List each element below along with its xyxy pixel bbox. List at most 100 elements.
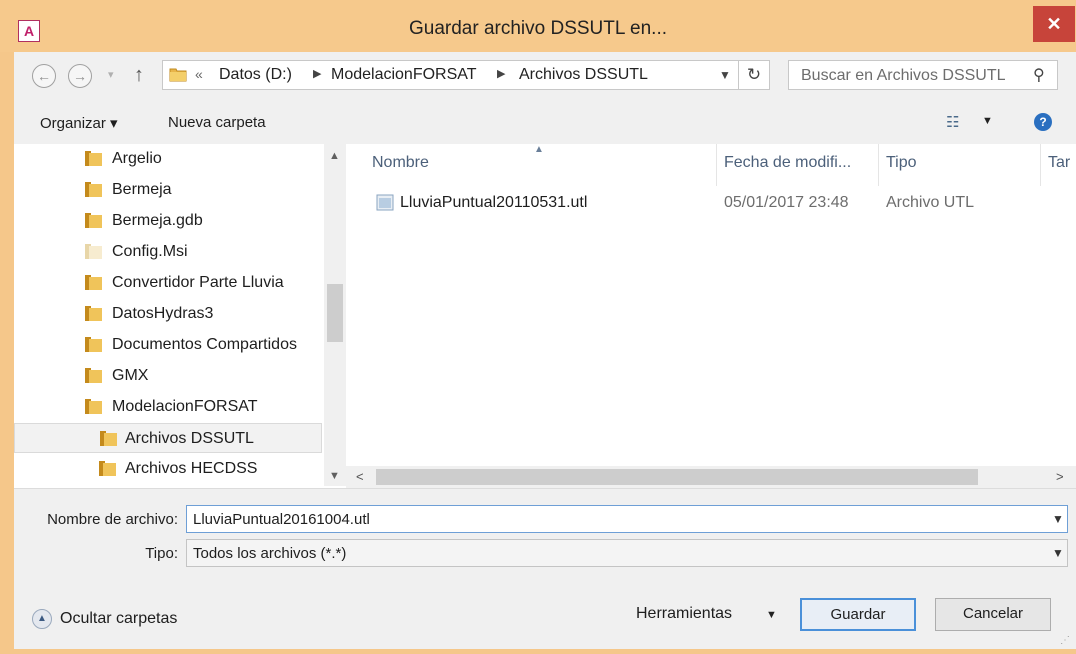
filename-dropdown-chevron-icon[interactable]: ▼ [1052, 512, 1064, 526]
save-form: Nombre de archivo: ▼ Tipo: Todos los arc… [14, 488, 1076, 649]
breadcrumb-chevron-icon[interactable]: ▶ [313, 67, 321, 80]
column-header-date[interactable]: Fecha de modifi... [724, 154, 851, 172]
scroll-up-icon[interactable]: ▲ [329, 150, 340, 162]
folder-icon [85, 399, 102, 414]
tools-menu[interactable]: Herramientas [636, 605, 732, 623]
file-date: 05/01/2017 23:48 [724, 194, 849, 211]
tree-item[interactable]: Bermeja.gdb [14, 206, 322, 236]
filename-label: Nombre de archivo: [47, 511, 178, 528]
tree-item-label: Argelio [112, 150, 162, 167]
tree-item-label: Documentos Compartidos [112, 336, 297, 353]
tree-vertical-scrollbar[interactable]: ▲ ▼ [324, 144, 346, 486]
tree-item[interactable]: Config.Msi [14, 237, 322, 267]
file-name: LluviaPuntual20110531.utl [400, 194, 588, 211]
folder-icon [85, 368, 102, 383]
file-list-horizontal-scrollbar[interactable]: < > [346, 466, 1076, 488]
recent-locations-chevron-icon[interactable]: ▾ [108, 68, 114, 81]
scroll-left-icon[interactable]: < [356, 469, 364, 484]
back-button[interactable]: ← [32, 64, 56, 88]
file-row[interactable]: LluviaPuntual20110531.utl 05/01/2017 23:… [372, 188, 1062, 218]
sort-ascending-icon: ▲ [534, 144, 544, 155]
tree-item-selected[interactable]: Archivos DSSUTL [14, 423, 322, 453]
folder-icon [85, 306, 102, 321]
tree-item[interactable]: Documentos Compartidos [14, 330, 322, 360]
breadcrumb-item[interactable]: Archivos DSSUTL [519, 66, 648, 84]
view-options-icon[interactable]: ☷ [946, 113, 959, 131]
tree-item[interactable]: Archivos HECDSS [14, 454, 322, 484]
breadcrumb-chevron-icon[interactable]: ▶ [497, 67, 505, 80]
column-header-name[interactable]: Nombre [372, 154, 429, 172]
navigation-bar: ← → ▾ ↑ « Datos (D:) ▶ ModelacionFORSAT … [14, 52, 1076, 100]
folder-icon [85, 213, 102, 228]
tree-item[interactable]: ModelacionFORSAT [14, 392, 322, 422]
tree-item[interactable]: Argelio [14, 144, 322, 174]
column-header-size[interactable]: Tar [1048, 154, 1070, 172]
search-icon[interactable]: ⚲ [1033, 65, 1045, 85]
column-divider[interactable] [1040, 144, 1041, 186]
collapse-up-icon[interactable]: ▲ [32, 609, 52, 629]
file-type-select[interactable]: Todos los archivos (*.*) [186, 539, 1068, 567]
hide-folders-button[interactable]: Ocultar carpetas [60, 610, 177, 628]
breadcrumb-item[interactable]: Datos (D:) [219, 66, 292, 84]
breadcrumb-item[interactable]: ModelacionFORSAT [331, 66, 477, 84]
search-placeholder: Buscar en Archivos DSSUTL [801, 67, 1006, 84]
tree-item-label: Config.Msi [112, 243, 188, 260]
folder-icon [85, 275, 102, 290]
folder-icon [85, 151, 102, 166]
window-title: Guardar archivo DSSUTL en... [408, 18, 667, 39]
folder-tree: Argelio Bermeja Bermeja.gdb Config.Msi C… [14, 144, 324, 486]
scroll-thumb[interactable] [327, 284, 343, 342]
folder-icon [169, 68, 187, 82]
column-divider[interactable] [716, 144, 717, 186]
file-type: Archivo UTL [886, 194, 975, 211]
folder-icon [85, 337, 102, 352]
filename-input[interactable] [186, 505, 1068, 533]
column-header-type[interactable]: Tipo [886, 154, 917, 172]
file-list-pane: ▲ Nombre Fecha de modifi... Tipo Tar Llu… [346, 144, 1076, 486]
tools-dropdown-chevron-icon[interactable]: ▼ [766, 609, 777, 621]
dialog-client: ← → ▾ ↑ « Datos (D:) ▶ ModelacionFORSAT … [14, 52, 1076, 649]
help-icon[interactable]: ? [1034, 113, 1052, 131]
view-dropdown-chevron-icon[interactable]: ▼ [982, 115, 993, 127]
address-overflow-icon[interactable]: « [195, 66, 203, 82]
tree-item-label: Convertidor Parte Lluvia [112, 274, 284, 291]
scroll-down-icon[interactable]: ▼ [329, 470, 340, 482]
tree-item-label: ModelacionFORSAT [112, 398, 258, 415]
tree-item-label: Archivos HECDSS [125, 460, 258, 477]
column-divider[interactable] [878, 144, 879, 186]
tree-item[interactable]: Bermeja [14, 175, 322, 205]
tree-item[interactable]: Convertidor Parte Lluvia [14, 268, 322, 298]
tree-item[interactable]: DatosHydras3 [14, 299, 322, 329]
folder-icon [85, 182, 102, 197]
tree-item-label: GMX [112, 367, 149, 384]
resize-grip-icon[interactable]: ⋰ [1060, 635, 1070, 646]
title-bar[interactable]: A Guardar archivo DSSUTL en... ✕ [0, 0, 1076, 52]
file-type-value: Todos los archivos (*.*) [193, 545, 347, 562]
folder-icon [100, 431, 117, 446]
refresh-button[interactable]: ↻ [738, 60, 770, 90]
new-folder-button[interactable]: Nueva carpeta [168, 114, 266, 131]
forward-button[interactable]: → [68, 64, 92, 88]
scroll-thumb[interactable] [376, 469, 978, 485]
tree-item-label: Archivos DSSUTL [125, 430, 254, 447]
save-button[interactable]: Guardar [800, 598, 916, 631]
address-bar[interactable]: « Datos (D:) ▶ ModelacionFORSAT ▶ Archiv… [162, 60, 740, 90]
tree-item-label: Bermeja.gdb [112, 212, 203, 229]
tree-item-label: Bermeja [112, 181, 172, 198]
search-box[interactable]: Buscar en Archivos DSSUTL ⚲ [788, 60, 1058, 90]
address-dropdown-chevron-icon[interactable]: ▼ [719, 68, 731, 82]
type-dropdown-chevron-icon[interactable]: ▼ [1052, 546, 1064, 560]
close-button[interactable]: ✕ [1033, 6, 1075, 42]
cancel-button[interactable]: Cancelar [935, 598, 1051, 631]
file-icon [376, 194, 394, 211]
tree-item[interactable]: GMX [14, 361, 322, 391]
scroll-right-icon[interactable]: > [1056, 469, 1064, 484]
save-dialog: A Guardar archivo DSSUTL en... ✕ ← → ▾ ↑… [0, 0, 1076, 654]
type-label: Tipo: [145, 545, 178, 562]
tree-item-label: DatosHydras3 [112, 305, 214, 322]
up-folder-button[interactable]: ↑ [134, 64, 144, 87]
organize-menu[interactable]: Organizar ▾ [40, 114, 118, 132]
folder-icon [99, 461, 116, 476]
folder-icon [85, 244, 102, 259]
command-toolbar: Organizar ▾ Nueva carpeta ☷ ▼ ? [14, 100, 1076, 145]
